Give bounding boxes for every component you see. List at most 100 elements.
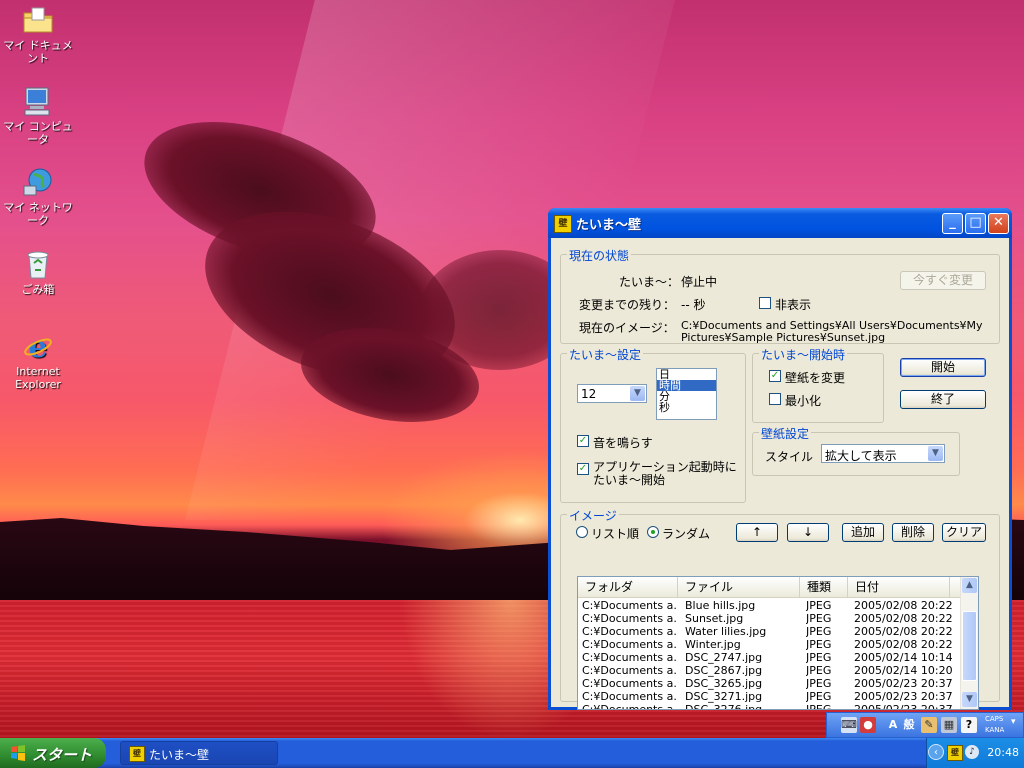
app-icon: 壁 [129,746,145,762]
cell-date: 2005/02/08 20:22 [854,612,952,625]
sound-label: 音を鳴らす [593,436,653,450]
cell-file: Sunset.jpg [685,612,744,625]
vertical-scrollbar[interactable]: ▲ ▼ [960,577,978,709]
chevron-down-icon[interactable]: ▼ [630,386,645,401]
tool-icon[interactable]: ▦ [941,717,957,733]
move-up-button[interactable]: ↑ [736,523,778,542]
taskbar-item-timer-wall[interactable]: 壁 たいま〜壁 [120,741,278,765]
column-header-folder[interactable]: フォルダ [578,577,678,597]
unit-option-second[interactable]: 秒 [657,402,716,413]
table-row[interactable]: C:¥Documents a... Water lilies.jpg JPEG 200… [578,625,963,638]
order-random-radio[interactable] [647,526,659,538]
group-title: 現在の状態 [567,247,632,264]
taskbar-item-label: たいま〜壁 [149,748,210,762]
close-button[interactable]: ✕ [988,213,1009,234]
interval-combobox[interactable]: 12 ▼ [577,384,647,403]
cell-file: DSC_2747.jpg [685,651,763,664]
on-start-group: たいま〜開始時 [752,346,884,423]
desktop-icon-my-documents[interactable]: マイ ドキュメント [0,4,76,65]
cell-type: JPEG [806,625,832,638]
cell-date: 2005/02/23 20:37 [854,703,952,710]
group-title: たいま〜開始時 [759,346,848,363]
cell-date: 2005/02/08 20:22 [854,599,952,612]
autostart-checkbox[interactable]: ✓ [577,463,589,475]
table-row[interactable]: C:¥Documents a... DSC_3265.jpg JPEG 2005/02… [578,677,963,690]
delete-button[interactable]: 削除 [892,523,934,542]
exit-button[interactable]: 終了 [900,390,986,409]
column-header-type[interactable]: 種類 [800,577,848,597]
window-title: たいま〜壁 [576,218,642,233]
computer-icon [22,85,54,117]
change-wallpaper-checkbox[interactable]: ✓ [769,370,781,382]
keyboard-icon[interactable]: ⌨ [841,717,857,733]
tray-app-icon[interactable]: 壁 [947,745,963,761]
ime-mode-indicator[interactable]: A [885,717,901,733]
cell-type: JPEG [806,599,832,612]
volume-icon[interactable]: ♪ [965,745,979,759]
autostart-label-line2: たいま〜開始 [593,473,666,487]
clock[interactable]: 20:48 [987,746,1019,759]
ime-kanji-indicator[interactable]: 般 [901,717,917,733]
start-button[interactable]: 開始 [900,358,986,377]
ime-pad-icon[interactable]: ✎ [921,717,937,733]
cell-date: 2005/02/14 10:20 [854,664,952,677]
sound-checkbox[interactable]: ✓ [577,435,589,447]
app-icon[interactable]: 壁 [554,215,572,233]
table-row[interactable]: C:¥Documents a... DSC_2867.jpg JPEG 2005/02… [578,664,963,677]
remaining-value: -- 秒 [681,298,706,312]
table-row[interactable]: C:¥Documents a... DSC_3276.jpg JPEG 2005/02… [578,703,963,710]
cell-type: JPEG [806,612,832,625]
table-row[interactable]: C:¥Documents a... DSC_3271.jpg JPEG 2005/02… [578,690,963,703]
clear-button[interactable]: クリア [942,523,986,542]
desktop-icon-my-network[interactable]: マイ ネットワーク [0,166,76,227]
help-icon[interactable]: ? [961,717,977,733]
app-window[interactable]: 壁 たいま〜壁 _ □ ✕ 現在の状態 たいま〜： 停止中 今すぐ変更 変更まで… [548,208,1012,710]
tray-expand-icon[interactable]: ‹ [928,744,944,760]
style-combobox[interactable]: 拡大して表示 ▼ [821,444,945,463]
move-down-button[interactable]: ↓ [787,523,829,542]
style-value: 拡大して表示 [825,449,897,463]
cell-folder: C:¥Documents a... [582,703,676,710]
table-row[interactable]: C:¥Documents a... DSC_2747.jpg JPEG 2005/02… [578,651,963,664]
column-header-date[interactable]: 日付 [848,577,950,597]
desktop-icon-label: マイ ドキュメント [3,39,73,65]
order-random-label: ランダム [662,527,711,541]
desktop-icon-internet-explorer[interactable]: e Internet Explorer [0,330,76,391]
scroll-up-icon[interactable]: ▲ [962,578,977,593]
maximize-button[interactable]: □ [965,213,986,234]
caps-indicator: CAPS [985,715,1004,723]
cell-file: Water lilies.jpg [685,625,767,638]
cell-date: 2005/02/23 20:37 [854,677,952,690]
title-bar[interactable]: 壁 たいま〜壁 _ □ ✕ [548,208,1012,238]
recycle-bin-icon [22,248,54,280]
cell-file: DSC_3276.jpg [685,703,763,710]
scroll-down-icon[interactable]: ▼ [962,692,977,707]
order-list-radio[interactable] [576,526,588,538]
add-button[interactable]: 追加 [842,523,884,542]
table-row[interactable]: C:¥Documents a... Winter.jpg JPEG 2005/02/0… [578,638,963,651]
minimize-checkbox[interactable] [769,393,781,405]
column-header-file[interactable]: ファイル [678,577,800,597]
change-wallpaper-label: 壁紙を変更 [785,371,846,385]
language-bar-options-icon[interactable]: ▾ [1011,717,1016,727]
scroll-thumb[interactable] [962,611,977,681]
language-bar[interactable]: ⌨ ● A 般 ✎ ▦ ? CAPS KANA ▾ [826,712,1024,738]
desktop-icon-recycle-bin[interactable]: ごみ箱 [0,248,76,296]
minimize-button[interactable]: _ [942,213,963,234]
unit-listbox[interactable]: 日 時間 分 秒 [656,368,717,420]
image-list[interactable]: フォルダ ファイル 種類 日付 C:¥Documents a... Blue hi… [577,576,979,710]
cell-folder: C:¥Documents a... [582,625,676,638]
start-button[interactable]: スタート [0,738,106,768]
ime-app-icon[interactable]: ● [860,717,876,733]
hide-label: 非表示 [775,298,812,312]
change-now-button[interactable]: 今すぐ変更 [900,271,986,290]
table-row[interactable]: C:¥Documents a... Sunset.jpg JPEG 2005/02/0… [578,612,963,625]
cell-file: DSC_2867.jpg [685,664,763,677]
timer-value: 停止中 [681,275,718,289]
cell-date: 2005/02/14 10:14 [854,651,952,664]
cell-folder: C:¥Documents a... [582,599,676,612]
hide-checkbox[interactable] [759,297,771,309]
table-row[interactable]: C:¥Documents a... Blue hills.jpg JPEG 2005/… [578,599,963,612]
desktop-icon-my-computer[interactable]: マイ コンピュータ [0,85,76,146]
chevron-down-icon[interactable]: ▼ [928,446,943,461]
